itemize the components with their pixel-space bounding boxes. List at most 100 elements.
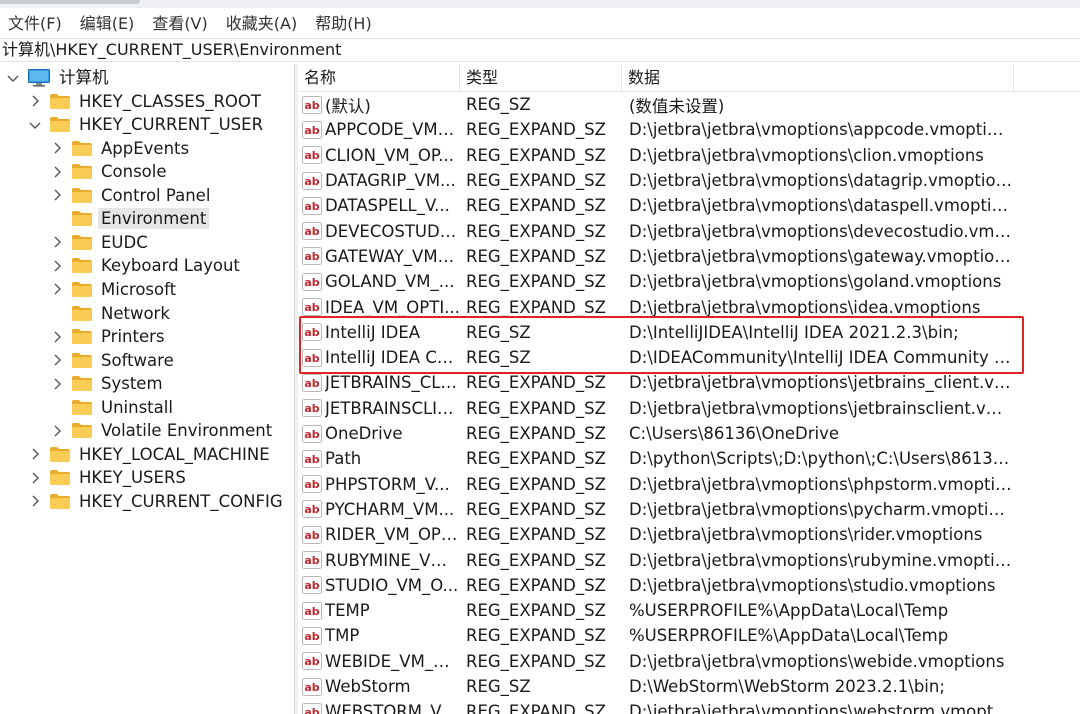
folder-icon: [50, 493, 70, 509]
string-value-icon: ab: [302, 499, 322, 519]
chevron-right-icon[interactable]: [50, 235, 64, 249]
value-data: D:\jetbra\jetbra\vmoptions\rubymine.vmop…: [629, 550, 1013, 570]
tree-node[interactable]: HKEY_LOCAL_MACHINE: [28, 443, 273, 466]
value-name-cell: ab PHPSTORM_V...: [302, 474, 460, 494]
tree-node-label: Environment: [98, 208, 210, 230]
chevron-right-icon[interactable]: [50, 188, 64, 202]
table-row[interactable]: ab TEMP REG_EXPAND_SZ %USERPROFILE%\AppData…: [298, 598, 1080, 623]
table-row[interactable]: ab RIDER_VM_OPT... REG_EXPAND_SZ D:\jetbra\…: [298, 522, 1080, 547]
tree-node[interactable]: Network: [50, 302, 173, 325]
table-row[interactable]: ab IntelliJ IDEA Co... REG_SZ D:\IDEACommun…: [298, 345, 1080, 370]
menu-view[interactable]: 查看(V): [152, 10, 207, 34]
table-row[interactable]: ab WEBIDE_VM_O... REG_EXPAND_SZ D:\jetbra\j…: [298, 649, 1080, 674]
value-data: D:\jetbra\jetbra\vmoptions\studio.vmopti…: [629, 575, 996, 595]
value-type: REG_EXPAND_SZ: [466, 297, 606, 317]
table-row[interactable]: ab STUDIO_VM_O... REG_EXPAND_SZ D:\jetbra\j…: [298, 573, 1080, 598]
tree-node-label: Software: [101, 350, 174, 370]
value-type: REG_SZ: [466, 322, 531, 342]
chevron-right-icon[interactable]: [50, 353, 64, 367]
chevron-right-icon[interactable]: [28, 494, 42, 508]
table-row[interactable]: ab GOLAND_VM_... REG_EXPAND_SZ D:\jetbra\je…: [298, 269, 1080, 294]
tree-node[interactable]: HKEY_CURRENT_CONFIG: [28, 490, 286, 513]
table-row[interactable]: ab DATAGRIP_VM... REG_EXPAND_SZ D:\jetbra\j…: [298, 168, 1080, 193]
table-row[interactable]: ab JETBRAINSCLIE... REG_EXPAND_SZ D:\jetbra…: [298, 396, 1080, 421]
tree-node[interactable]: Volatile Environment: [50, 419, 275, 442]
tree-node[interactable]: Control Panel: [50, 184, 213, 207]
address-bar[interactable]: 计算机\HKEY_CURRENT_USER\Environment: [0, 38, 1080, 62]
tree-node[interactable]: Keyboard Layout: [50, 254, 243, 277]
table-row[interactable]: ab PYCHARM_VM... REG_EXPAND_SZ D:\jetbra\je…: [298, 497, 1080, 522]
table-row[interactable]: ab PHPSTORM_V... REG_EXPAND_SZ D:\jetbra\je…: [298, 472, 1080, 497]
tree-node[interactable]: Printers: [50, 325, 168, 348]
tree-node[interactable]: Environment: [50, 207, 210, 230]
folder-icon: [72, 399, 92, 415]
value-type: REG_SZ: [466, 348, 531, 368]
chevron-right-icon[interactable]: [28, 447, 42, 461]
string-value-icon: ab: [302, 702, 322, 714]
table-row[interactable]: ab APPCODE_VM_... REG_EXPAND_SZ D:\jetbra\j…: [298, 117, 1080, 142]
menu-favorites[interactable]: 收藏夹(A): [226, 10, 297, 34]
tree-node[interactable]: EUDC: [50, 231, 151, 254]
value-name: STUDIO_VM_O...: [325, 575, 459, 595]
tree-node[interactable]: Console: [50, 160, 170, 183]
string-value-icon: ab: [302, 550, 322, 570]
string-value-icon: ab: [302, 651, 322, 671]
value-type: REG_EXPAND_SZ: [466, 474, 606, 494]
value-name-cell: ab IDEA_VM_OPTI...: [302, 297, 460, 317]
table-row[interactable]: ab WebStorm REG_SZ D:\WebStorm\WebStorm 202…: [298, 674, 1080, 699]
string-value-icon: ab: [302, 575, 322, 595]
string-value-icon: ab: [302, 221, 322, 241]
chevron-right-icon[interactable]: [50, 330, 64, 344]
chevron-right-icon[interactable]: [50, 141, 64, 155]
tree-node[interactable]: System: [50, 372, 166, 395]
table-row[interactable]: ab RUBYMINE_VM... REG_EXPAND_SZ D:\jetbra\j…: [298, 547, 1080, 572]
menu-edit[interactable]: 编辑(E): [80, 10, 135, 34]
table-row[interactable]: ab DATASPELL_V... REG_EXPAND_SZ D:\jetbra\j…: [298, 193, 1080, 218]
chevron-right-icon[interactable]: [50, 424, 64, 438]
string-value-icon: ab: [302, 95, 322, 115]
svg-text:ab: ab: [304, 200, 319, 213]
table-row[interactable]: ab (默认) REG_SZ (数值未设置): [298, 92, 1080, 117]
chevron-down-icon[interactable]: [6, 71, 20, 85]
string-value-icon: ab: [302, 424, 322, 444]
table-row[interactable]: ab GATEWAY_VM_... REG_EXPAND_SZ D:\jetbra\j…: [298, 244, 1080, 269]
column-header-data[interactable]: 数据: [622, 64, 1014, 92]
tree-node-label: HKEY_LOCAL_MACHINE: [79, 444, 270, 464]
column-header-name[interactable]: 名称: [298, 64, 460, 92]
table-row[interactable]: ab WEBSTORM_V... REG_EXPAND_SZ D:\jetbra\je…: [298, 699, 1080, 714]
tree-node[interactable]: AppEvents: [50, 137, 192, 160]
registry-tree[interactable]: 计算机 HKEY_CLASSES_ROOT HKEY_CURRENT_USER App…: [0, 64, 294, 714]
table-row[interactable]: ab IDEA_VM_OPTI... REG_EXPAND_SZ D:\jetbra\…: [298, 294, 1080, 319]
chevron-right-icon[interactable]: [50, 377, 64, 391]
value-name-cell: ab TMP: [302, 626, 460, 646]
tree-node[interactable]: 计算机: [6, 66, 112, 89]
table-row[interactable]: ab DEVECOSTUDI... REG_EXPAND_SZ D:\jetbra\j…: [298, 219, 1080, 244]
tree-node[interactable]: HKEY_CURRENT_USER: [28, 113, 266, 136]
tree-node[interactable]: Software: [50, 349, 177, 372]
value-type: REG_EXPAND_SZ: [466, 626, 606, 646]
chevron-right-icon[interactable]: [28, 471, 42, 485]
menu-file[interactable]: 文件(F): [8, 10, 62, 34]
chevron-right-icon[interactable]: [50, 165, 64, 179]
value-type: REG_EXPAND_SZ: [466, 601, 606, 621]
chevron-right-icon[interactable]: [50, 282, 64, 296]
column-header-type[interactable]: 类型: [460, 64, 622, 92]
value-data: D:\IDEACommunity\IntelliJ IDEA Community…: [629, 348, 1013, 368]
tree-node[interactable]: HKEY_CLASSES_ROOT: [28, 90, 264, 113]
table-row[interactable]: ab Path REG_EXPAND_SZ D:\python\Scripts\;D:…: [298, 446, 1080, 471]
chevron-right-icon[interactable]: [28, 94, 42, 108]
table-row[interactable]: ab TMP REG_EXPAND_SZ %USERPROFILE%\AppData\…: [298, 623, 1080, 648]
table-row[interactable]: ab JETBRAINS_CLI... REG_EXPAND_SZ D:\jetbra…: [298, 370, 1080, 395]
string-value-icon: ab: [302, 626, 322, 646]
menu-help[interactable]: 帮助(H): [315, 10, 372, 34]
chevron-down-icon[interactable]: [28, 118, 42, 132]
tree-node[interactable]: HKEY_USERS: [28, 466, 189, 489]
chevron-right-icon[interactable]: [50, 259, 64, 273]
table-row[interactable]: ab IntelliJ IDEA REG_SZ D:\IntelliJIDEA\Int…: [298, 320, 1080, 345]
title-bar: [0, 0, 1080, 8]
table-row[interactable]: ab CLION_VM_OP... REG_EXPAND_SZ D:\jetbra\j…: [298, 143, 1080, 168]
tree-node[interactable]: Uninstall: [50, 396, 176, 419]
tree-node[interactable]: Microsoft: [50, 278, 179, 301]
svg-text:ab: ab: [304, 478, 319, 491]
table-row[interactable]: ab OneDrive REG_EXPAND_SZ C:\Users\86136\On…: [298, 421, 1080, 446]
